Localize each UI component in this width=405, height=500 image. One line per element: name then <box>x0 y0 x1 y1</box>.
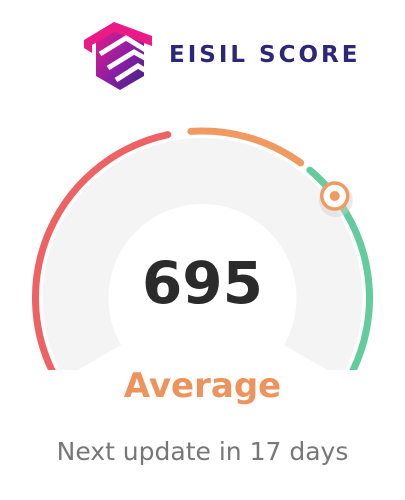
score-value: 695 <box>141 249 264 317</box>
brand-name: EISIL SCORE <box>169 42 361 68</box>
score-gauge <box>32 127 373 370</box>
score-rating: Average <box>123 366 282 406</box>
next-update-text: Next update in 17 days <box>56 437 349 466</box>
score-marker-icon <box>318 181 353 218</box>
